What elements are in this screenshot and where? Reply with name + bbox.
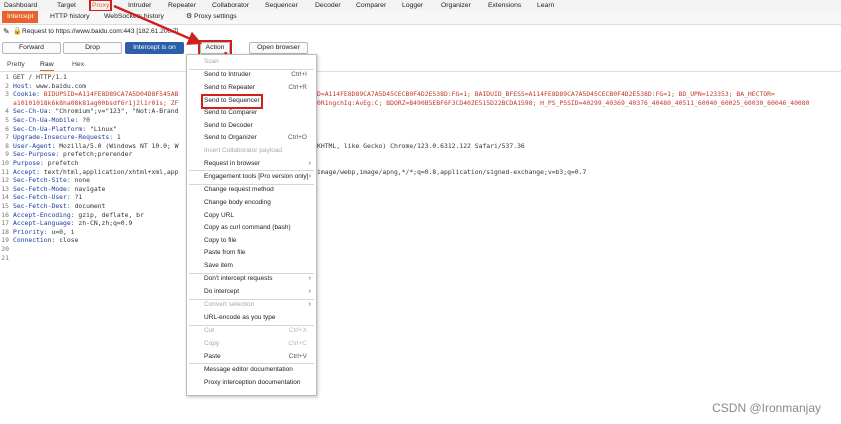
chevron-right-icon: › (308, 288, 311, 295)
menu-item-label: Copy as curl command (bash) (204, 224, 291, 232)
menu-item-label: Send to Decoder (204, 121, 253, 129)
menu-item-label: URL-encode as you type (204, 314, 276, 321)
menu-item-send-to-decoder[interactable]: Send to Decoder (188, 120, 315, 133)
menu-item-shortcut: Ctrl+C (288, 340, 307, 347)
menu-item-paste[interactable]: Paste Ctrl+V (188, 351, 315, 364)
menu-item-shortcut: Ctrl+V (288, 352, 307, 360)
menu-item-label: Convert selection (204, 301, 255, 309)
watermark: CSDN @Ironmanjay (712, 401, 821, 415)
menu-item-message-editor-documentation[interactable]: Message editor documentation (188, 364, 315, 377)
chevron-right-icon: › (308, 159, 311, 167)
menu-item-shortcut: Ctrl+O (288, 134, 307, 142)
menu-item-send-to-comparer[interactable]: Send to Comparer (188, 107, 315, 120)
menu-item-url-encode-as-you-type[interactable]: URL-encode as you type (188, 312, 315, 325)
menu-item-copy-url[interactable]: Copy URL (188, 210, 315, 223)
menu-item-label: Request in browser (204, 159, 260, 167)
menu-item-paste-from-file[interactable]: Paste from file (188, 247, 315, 260)
menu-item-copy-to-file[interactable]: Copy to file (188, 235, 315, 248)
menu-item-save-item[interactable]: Save item (188, 260, 315, 273)
menu-item-label: Copy (204, 340, 220, 347)
menu-item-send-to-organizer[interactable]: Send to Organizer Ctrl+O (188, 132, 315, 145)
menu-item-label: Message editor documentation (204, 366, 293, 373)
menu-item-label: Paste (204, 352, 221, 360)
menu-item-label: Change request method (204, 186, 274, 194)
arrow-proxy-to-action (113, 4, 203, 45)
menu-item-copy-as-curl-command-bash[interactable]: Copy as curl command (bash) (188, 222, 315, 235)
menu-item-shortcut: Ctrl+I (291, 71, 307, 79)
menu-item-proxy-interception-documentation[interactable]: Proxy interception documentation (188, 377, 315, 390)
menu-item-label: Change body encoding (204, 199, 271, 206)
chevron-right-icon: › (308, 173, 311, 180)
menu-item-insert-collaborator-payload: Insert Collaborator payload (188, 145, 315, 158)
menu-item-label: Send to Intruder (204, 71, 251, 79)
menu-item-label: Copy to file (204, 236, 237, 244)
menu-item-label: Proxy interception documentation (204, 378, 301, 386)
menu-item-shortcut: Ctrl+X (288, 327, 307, 335)
annotation-arrows (113, 4, 228, 95)
menu-item-request-in-browser[interactable]: Request in browser › (188, 158, 315, 171)
menu-item-label: Scan (204, 58, 219, 65)
menu-item-cut: Cut Ctrl+X (188, 325, 315, 338)
menu-item-convert-selection: Convert selection › (188, 299, 315, 312)
menu-item-label: Paste from file (204, 249, 246, 257)
chevron-right-icon: › (308, 301, 311, 309)
menu-item-label: Cut (204, 327, 215, 335)
menu-item-label: Send to Comparer (204, 109, 258, 117)
menu-item-label: Do intercept (204, 288, 240, 295)
menu-item-copy: Copy Ctrl+C (188, 338, 315, 351)
menu-item-label: Copy URL (204, 211, 234, 219)
menu-item-label: Engagement tools [Pro version only] (204, 173, 309, 180)
menu-item-shortcut: Ctrl+R (288, 84, 307, 91)
menu-item-engagement-tools-pro-version-only[interactable]: Engagement tools [Pro version only] › (188, 171, 315, 184)
menu-item-send-to-intruder[interactable]: Send to Intruder Ctrl+I (188, 69, 315, 82)
action-context-menu: Scan Send to Intruder Ctrl+I Send to Repeat… (186, 54, 317, 396)
menu-item-label: Don't intercept requests (204, 275, 273, 283)
menu-item-change-body-encoding[interactable]: Change body encoding (188, 197, 315, 210)
menu-item-change-request-method[interactable]: Change request method (188, 184, 315, 197)
menu-item-scan: Scan (188, 56, 315, 69)
menu-item-don-t-intercept-requests[interactable]: Don't intercept requests › (188, 273, 315, 286)
menu-item-label: Send to Organizer (204, 134, 257, 142)
chevron-right-icon: › (308, 275, 311, 283)
menu-item-label: Save item (204, 262, 233, 269)
menu-item-label: Insert Collaborator payload (204, 147, 283, 154)
menu-item-do-intercept[interactable]: Do intercept › (188, 286, 315, 299)
